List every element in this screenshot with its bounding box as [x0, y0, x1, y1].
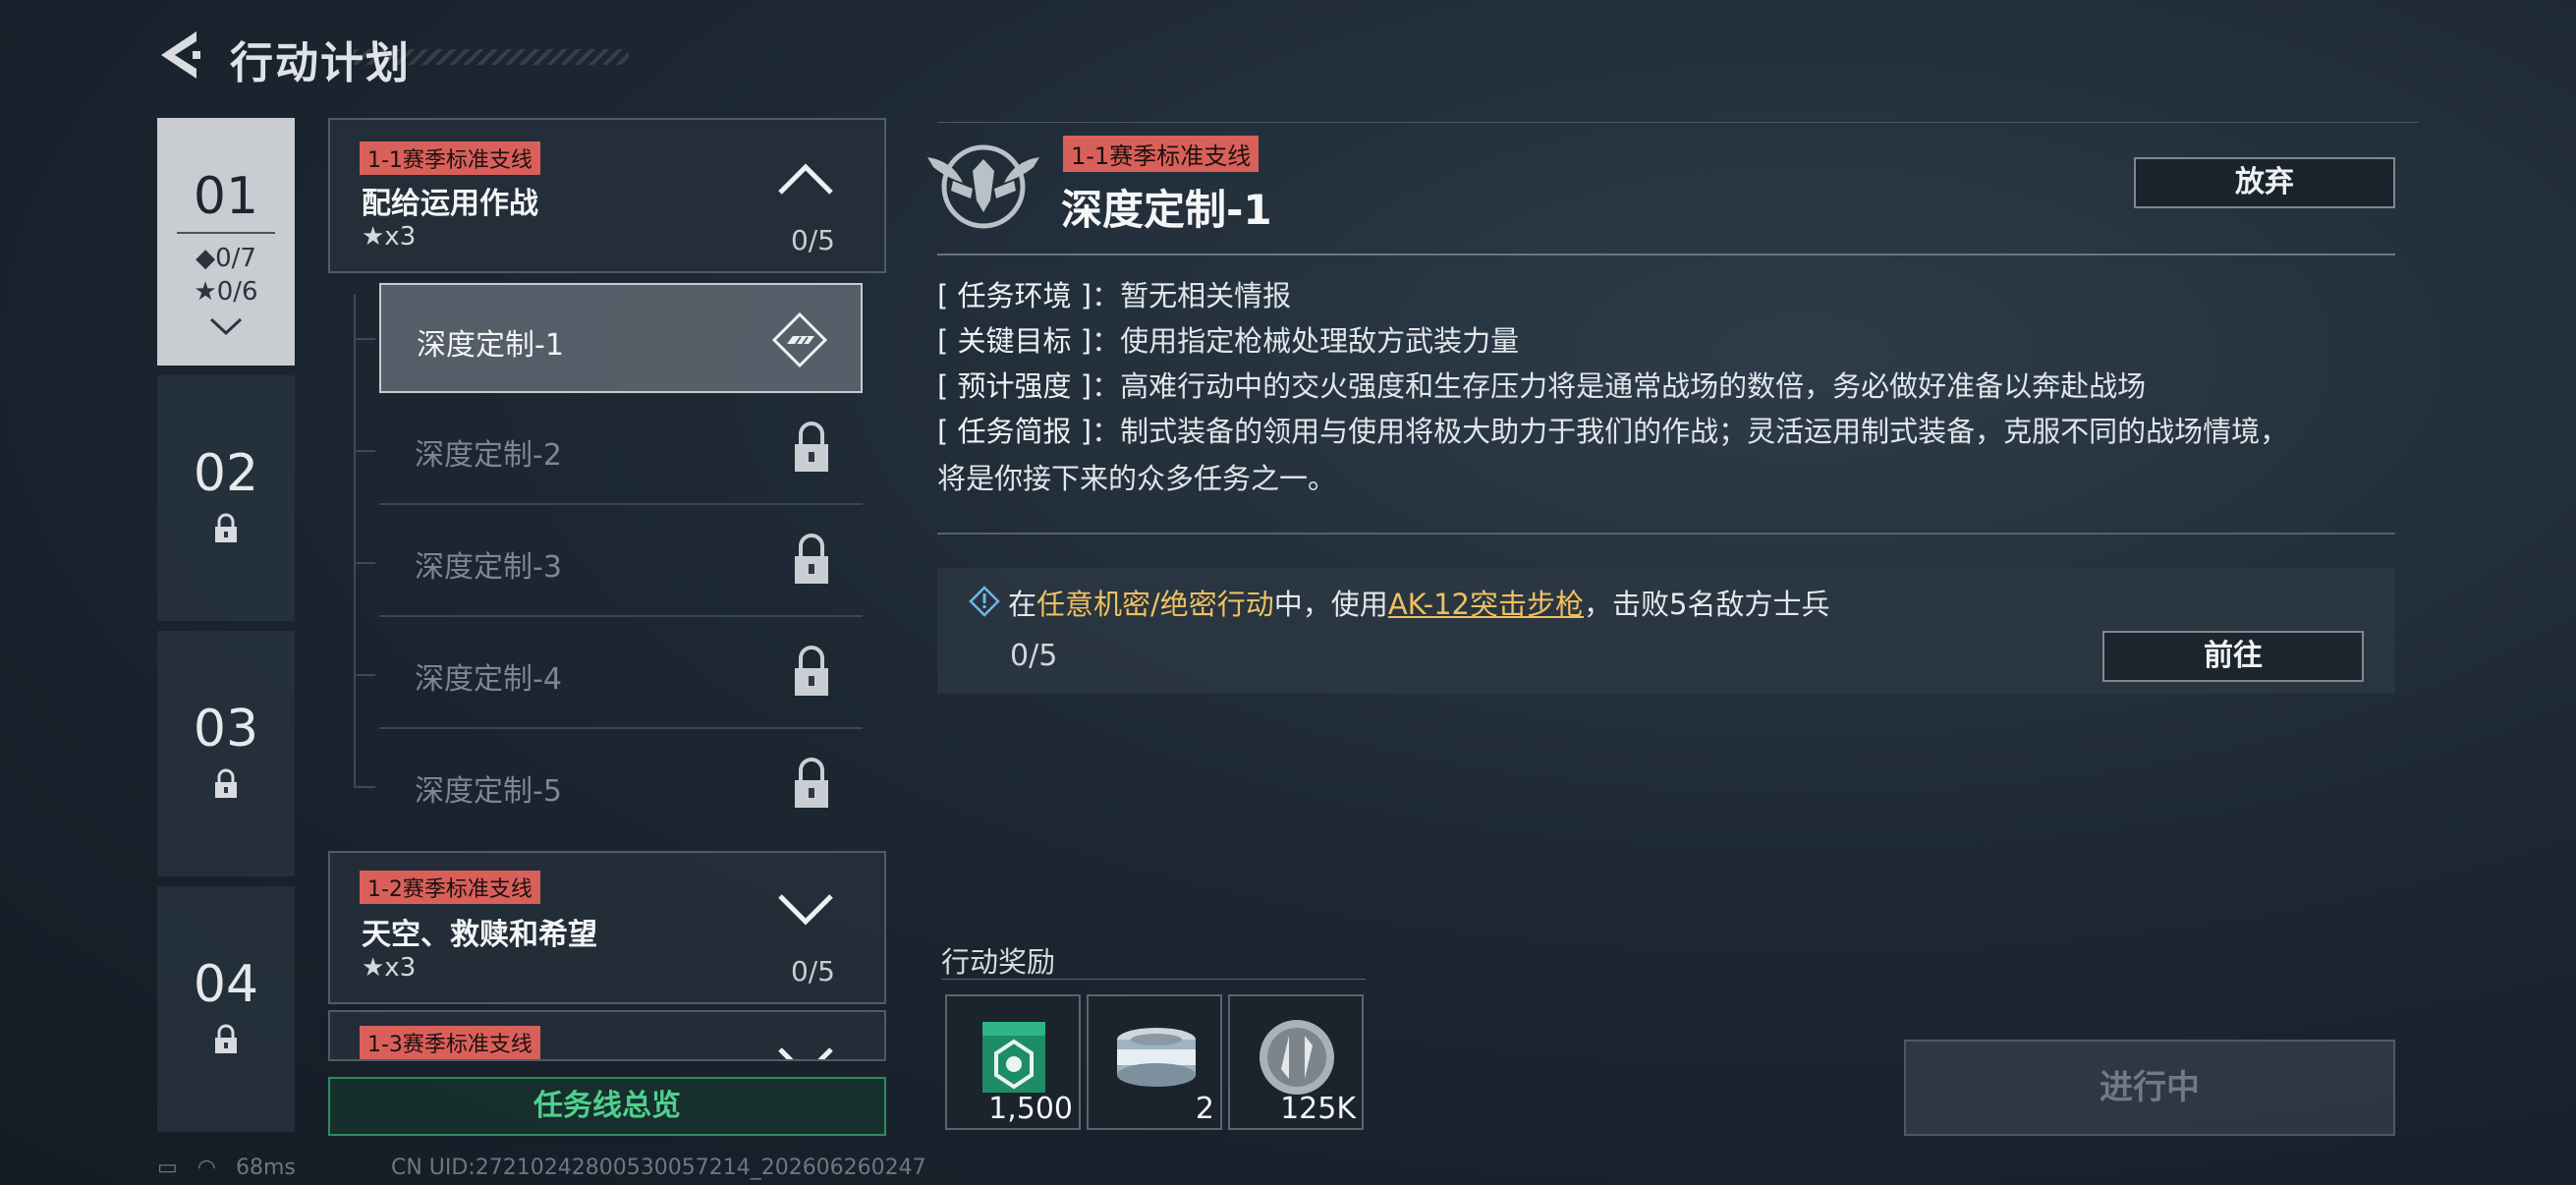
- divider: [937, 533, 2395, 535]
- chapter-number: 01: [193, 167, 259, 226]
- info-diamond-icon: [969, 586, 1000, 617]
- divider: [941, 979, 1366, 980]
- status-footer: ▭ ◠ 68ms: [157, 1156, 315, 1180]
- rewards-label: 行动奖励: [941, 945, 1056, 979]
- tree-tick: [354, 674, 375, 676]
- mission-name: 配给运用作战: [362, 187, 538, 221]
- sub-mission-4[interactable]: 深度定制-4: [379, 619, 863, 729]
- lock-icon: [215, 768, 237, 798]
- task-text-middle: 中，使用: [1273, 588, 1388, 621]
- chevron-down-icon: [209, 317, 243, 336]
- info-key: [ 任务简报 ]: [937, 415, 1092, 448]
- active-mission-icon: [771, 311, 828, 368]
- info-value: ：暂无相关情报: [1092, 279, 1292, 312]
- info-row-intensity: [ 预计强度 ]：高难行动中的交火强度和生存压力将是通常战场的数倍，务必做好准备…: [937, 364, 2146, 409]
- reward-item-3[interactable]: 125K: [1228, 994, 1364, 1130]
- lock-icon: [215, 1024, 237, 1053]
- latency: 68ms: [236, 1156, 296, 1180]
- title-decoration: [354, 49, 629, 65]
- reward-count: 1,500: [988, 1092, 1073, 1126]
- detail-top-line: [937, 122, 2419, 123]
- divider: [937, 254, 2395, 255]
- mission-panel-1[interactable]: 1-1赛季标准支线 配给运用作战 ★x3 0/5: [328, 118, 886, 273]
- green-crate-icon: [982, 1022, 1045, 1093]
- mission-tag: 1-2赛季标准支线: [360, 871, 540, 904]
- reward-item-1[interactable]: 1,500: [945, 994, 1081, 1130]
- mission-tag: 1-1赛季标准支线: [360, 141, 540, 175]
- wifi-icon: ◠: [196, 1156, 216, 1180]
- info-key: [ 关键目标 ]: [937, 324, 1092, 358]
- user-uid: CN UID:27210242800530057214_202606260247: [391, 1156, 926, 1180]
- sub-mission-label: 深度定制-4: [415, 662, 562, 697]
- task-mode: 任意机密/绝密行动: [1036, 588, 1274, 621]
- sub-mission-3[interactable]: 深度定制-3: [379, 507, 863, 617]
- sub-mission-2[interactable]: 深度定制-2: [379, 395, 863, 505]
- detail-title: 深度定制-1: [1061, 186, 1272, 234]
- reward-item-2[interactable]: 2: [1087, 994, 1222, 1130]
- sub-mission-label: 深度定制-1: [417, 328, 564, 363]
- in-progress-button: 进行中: [1904, 1040, 2395, 1136]
- info-key: [ 预计强度 ]: [937, 369, 1092, 403]
- chapter-number: 03: [193, 700, 259, 759]
- tree-tick: [354, 450, 375, 452]
- reward-count: 125K: [1280, 1092, 1356, 1126]
- info-briefing-continuation: 将是你接下来的众多任务之一。: [937, 462, 1337, 495]
- info-value: ：使用指定枪械处理敌方武装力量: [1092, 324, 1520, 358]
- tree-line: [354, 295, 356, 786]
- mission-overview-button[interactable]: 任务线总览: [328, 1077, 886, 1136]
- sub-mission-1[interactable]: 深度定制-1: [379, 283, 863, 393]
- tree-tick: [354, 786, 375, 788]
- info-value: ：制式装备的领用与使用将极大助力于我们的作战；灵活运用制式装备，克服不同的战场情…: [1092, 415, 2289, 448]
- mission-name: 天空、救赎和希望: [362, 918, 597, 952]
- mission-panel-2[interactable]: 1-2赛季标准支线 天空、救赎和希望 ★x3 0/5: [328, 851, 886, 1004]
- mission-stars: ★x3: [362, 953, 417, 983]
- chapter-number: 02: [193, 444, 259, 503]
- mission-progress: 0/5: [790, 224, 835, 256]
- abandon-button[interactable]: 放弃: [2134, 157, 2395, 208]
- chapter-tab-02[interactable]: 02: [157, 375, 295, 621]
- chevron-up-icon[interactable]: [776, 161, 835, 197]
- lock-icon: [795, 646, 828, 696]
- mission-progress: 0/5: [790, 955, 835, 988]
- task-progress: 0/5: [1010, 639, 1058, 673]
- sub-mission-label: 深度定制-2: [415, 438, 562, 473]
- task-text-suffix: ，击败5名敌方士兵: [1584, 588, 1830, 621]
- mission-stars: ★x3: [362, 222, 417, 252]
- sub-mission-label: 深度定制-5: [415, 774, 562, 809]
- mission-tag: 1-3赛季标准支线: [360, 1026, 540, 1059]
- weapon-link[interactable]: AK-12突击步枪: [1388, 588, 1584, 621]
- tin-can-icon: [1117, 1028, 1196, 1087]
- info-value: ：高难行动中的交火强度和生存压力将是通常战场的数倍，务必做好准备以奔赴战场: [1092, 369, 2147, 403]
- info-row-objective: [ 关键目标 ]：使用指定枪械处理敌方武装力量: [937, 318, 1519, 364]
- mission-panel-3[interactable]: 1-3赛季标准支线: [328, 1010, 886, 1061]
- back-arrow-icon[interactable]: [157, 29, 202, 81]
- task-description: 在任意机密/绝密行动中，使用AK-12突击步枪，击败5名敌方士兵: [1008, 582, 1829, 623]
- reward-count: 2: [1195, 1092, 1214, 1126]
- tree-tick: [354, 338, 375, 340]
- lock-icon: [795, 758, 828, 808]
- lock-icon: [795, 422, 828, 472]
- info-key: [ 任务环境 ]: [937, 279, 1092, 312]
- lock-icon: [795, 534, 828, 584]
- chapter-tab-03[interactable]: 03: [157, 631, 295, 876]
- chapter-number: 04: [193, 955, 259, 1014]
- chapter-diamond-progress: ◆0/7: [196, 244, 256, 273]
- battery-icon: ▭: [157, 1156, 178, 1180]
- silver-coin-icon: [1260, 1020, 1334, 1095]
- sub-mission-label: 深度定制-3: [415, 550, 562, 585]
- info-row-environment: [ 任务环境 ]：暂无相关情报: [937, 273, 1291, 318]
- tree-tick: [354, 562, 375, 564]
- detail-tag: 1-1赛季标准支线: [1063, 136, 1260, 172]
- chevron-down-icon[interactable]: [776, 892, 835, 928]
- lock-icon: [215, 513, 237, 542]
- goto-button[interactable]: 前往: [2102, 631, 2364, 682]
- chapter-tab-04[interactable]: 04: [157, 886, 295, 1132]
- chapter-star-progress: ★0/6: [194, 277, 258, 307]
- eagle-emblem-icon: [927, 144, 1039, 229]
- task-text-prefix: 在: [1008, 588, 1037, 621]
- info-row-briefing: [ 任务简报 ]：制式装备的领用与使用将极大助力于我们的作战；灵活运用制式装备，…: [937, 409, 2288, 454]
- chevron-down-icon[interactable]: [776, 1045, 835, 1061]
- sub-mission-5[interactable]: 深度定制-5: [379, 731, 863, 841]
- chapter-tab-01[interactable]: 01 ◆0/7 ★0/6: [157, 118, 295, 366]
